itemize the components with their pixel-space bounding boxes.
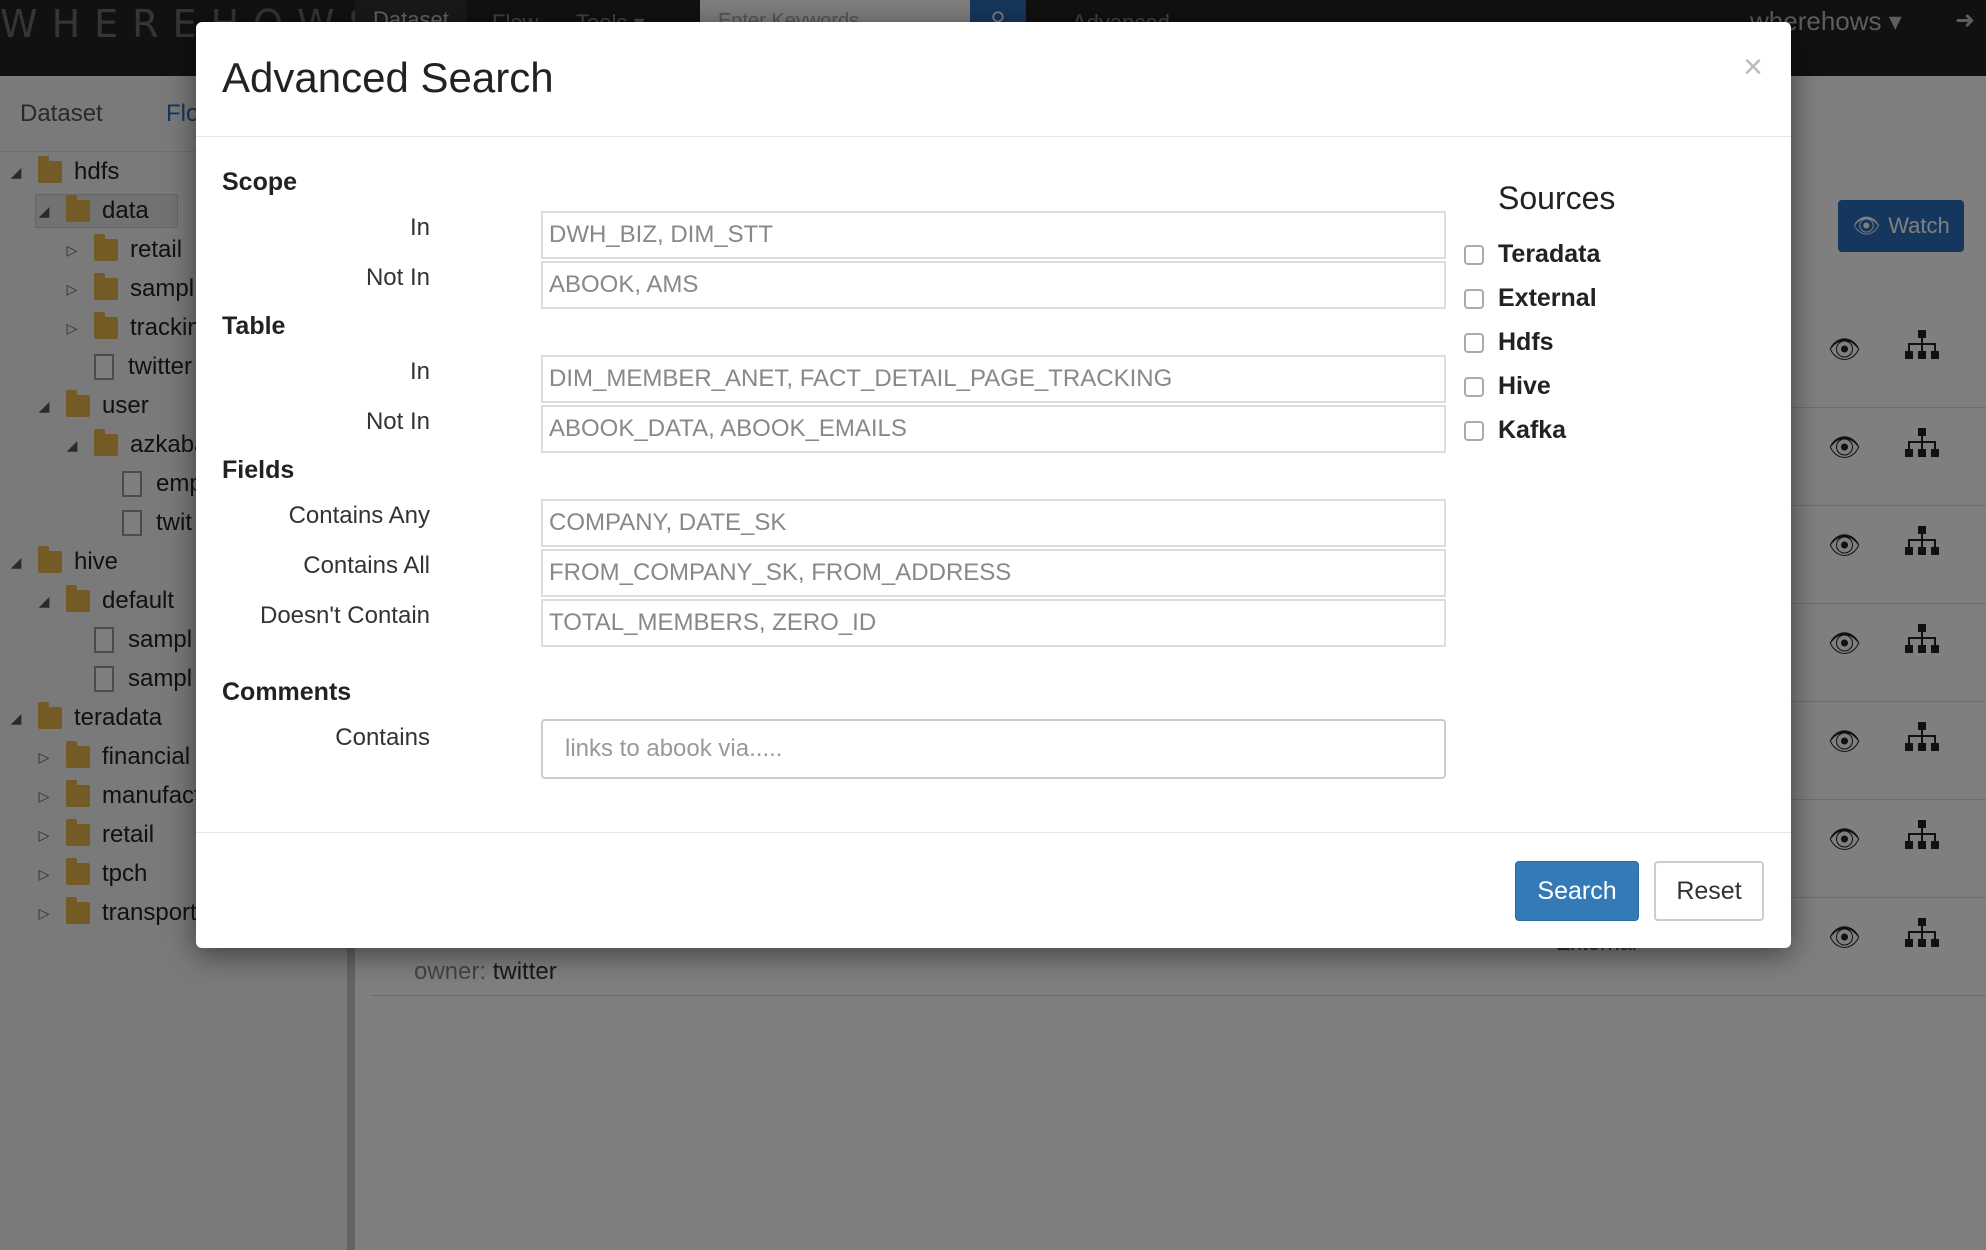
scope-not-in-label: Not In (365, 264, 430, 291)
modal-title: Advanced Search (222, 54, 554, 101)
comments-contains-label: Contains (335, 724, 430, 751)
table-in-input[interactable] (541, 355, 1446, 403)
close-icon[interactable]: × (1743, 50, 1763, 84)
table-title: Table (222, 312, 286, 340)
fields-contains-any-input[interactable] (541, 499, 1446, 547)
scope-title: Scope (222, 168, 298, 196)
source-kafka[interactable]: Kafka (1464, 416, 1566, 445)
hdfs-checkbox[interactable] (1464, 332, 1484, 353)
modal-footer: Search Reset (196, 832, 1791, 948)
fields-contains-all-input[interactable] (541, 549, 1446, 597)
table-not-in-label: Not In (365, 408, 430, 435)
table-not-in-input[interactable] (541, 405, 1446, 453)
hive-label: Hive (1498, 372, 1551, 400)
scope-in-label: In (409, 214, 430, 241)
advanced-search-modal: Advanced Search × Scope In Not In Table … (196, 22, 1791, 948)
fields-title: Fields (222, 456, 295, 484)
external-checkbox[interactable] (1464, 288, 1484, 309)
source-hive[interactable]: Hive (1464, 372, 1551, 401)
fields-not-label: Doesn't Contain (259, 602, 430, 629)
teradata-label: Teradata (1498, 240, 1601, 268)
hdfs-label: Hdfs (1498, 328, 1554, 356)
scope-in-input[interactable] (541, 211, 1446, 259)
teradata-checkbox[interactable] (1464, 244, 1484, 265)
fields-any-label: Contains Any (288, 502, 430, 529)
kafka-label: Kafka (1498, 416, 1567, 444)
hive-checkbox[interactable] (1464, 376, 1484, 397)
source-external[interactable]: External (1464, 284, 1597, 313)
reset-button[interactable]: Reset (1654, 861, 1764, 921)
scope-not-in-input[interactable] (541, 261, 1446, 309)
sources-title: Sources (1498, 180, 1616, 216)
fields-doesnt-contain-input[interactable] (541, 599, 1446, 647)
kafka-checkbox[interactable] (1464, 420, 1484, 441)
fields-all-label: Contains All (303, 552, 430, 579)
source-hdfs[interactable]: Hdfs (1464, 328, 1554, 357)
search-button[interactable]: Search (1515, 861, 1639, 921)
comments-contains-input[interactable] (541, 719, 1446, 779)
table-in-label: In (409, 358, 430, 385)
external-label: External (1498, 284, 1597, 312)
modal-header: Advanced Search × (196, 22, 1791, 137)
comments-title: Comments (222, 678, 352, 706)
source-teradata[interactable]: Teradata (1464, 240, 1600, 269)
